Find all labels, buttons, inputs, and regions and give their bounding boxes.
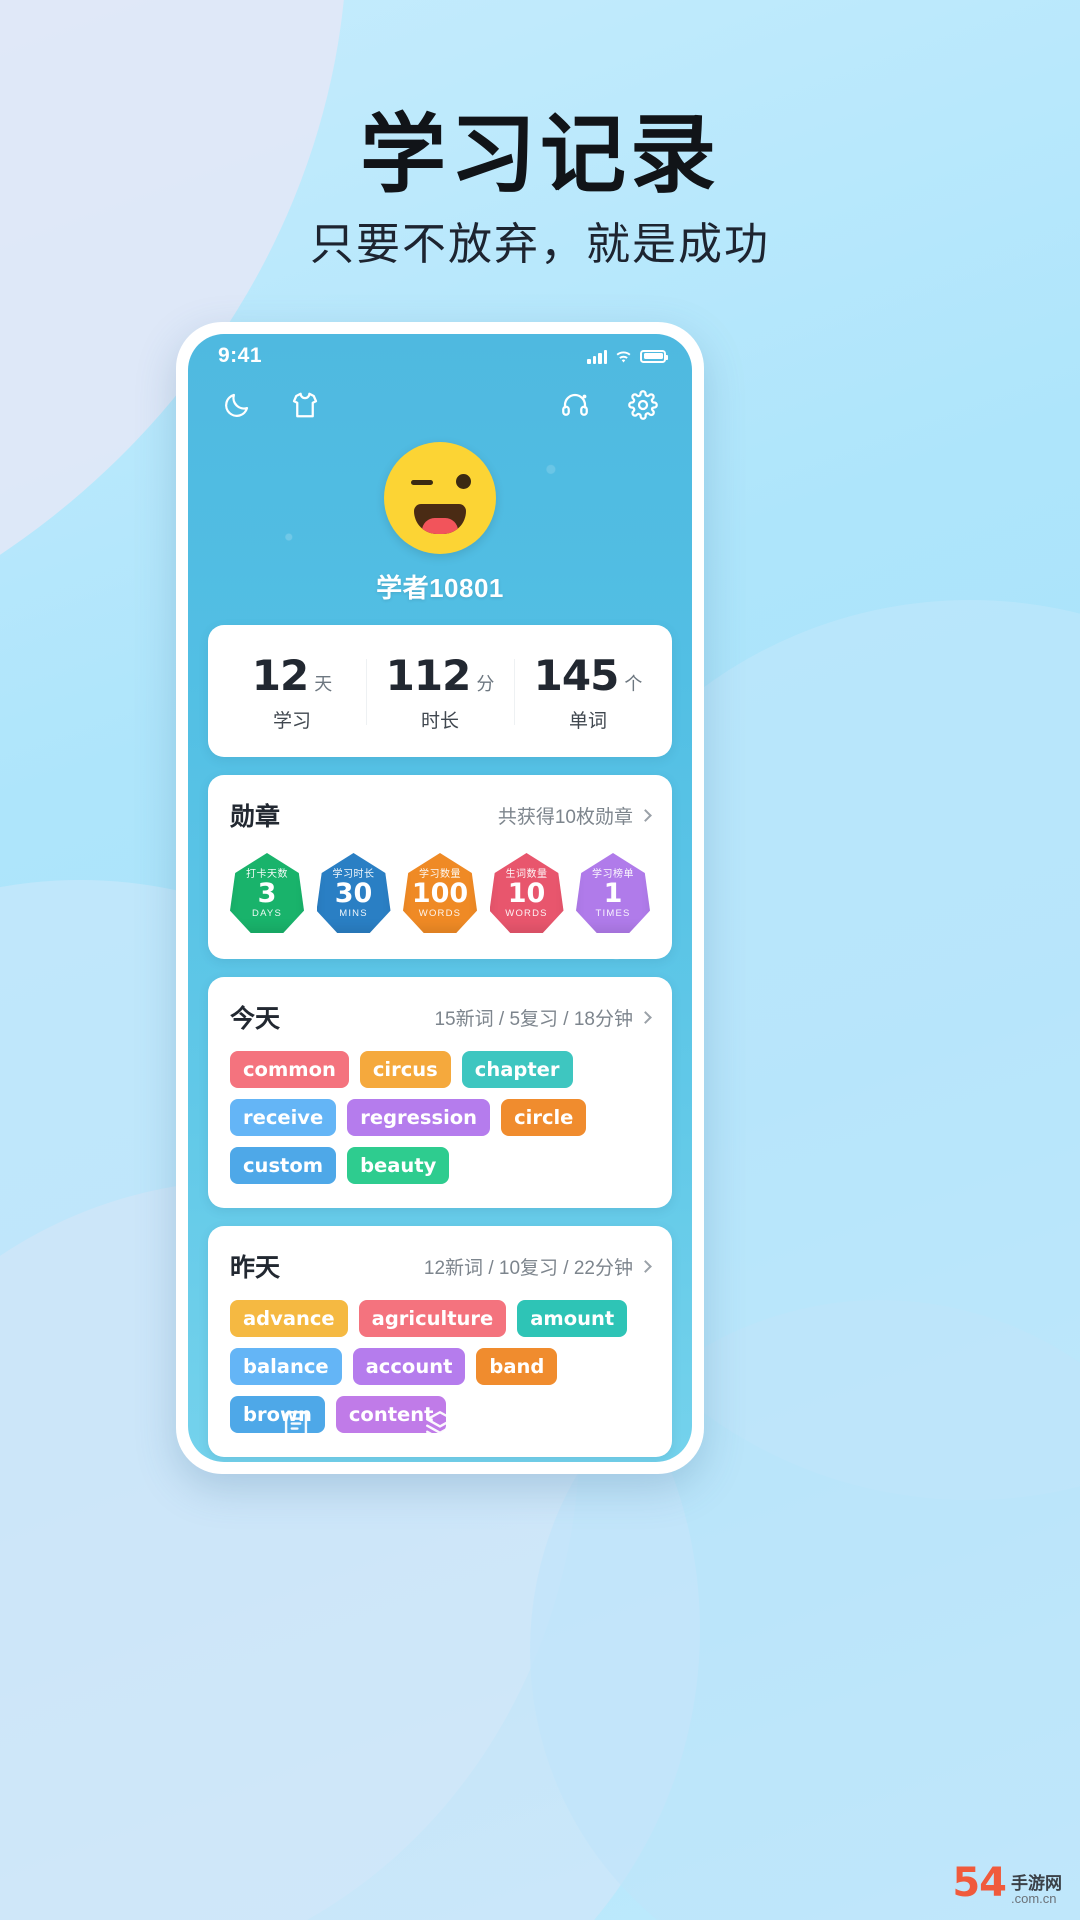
medal-badge[interactable]: 学习时长 30 MINS (316, 853, 391, 933)
notebook-icon[interactable] (279, 1408, 313, 1442)
today-summary-text: 15新词 / 5复习 / 18分钟 (434, 1008, 633, 1030)
medal-badge-row: 打卡天数 3 DAYS 学习时长 30 MINS 学习数量 100 WORDS … (208, 839, 672, 959)
yesterday-card-header[interactable]: 昨天 12新词 / 10复习 / 22分钟 (208, 1226, 672, 1290)
word-chip[interactable]: beauty (347, 1147, 450, 1184)
app-card-list: 12 天 学习 112 分 时长 145 个 单词 勋章 共获得10枚勋章 打卡… (188, 625, 692, 1457)
moon-icon[interactable] (222, 390, 252, 420)
word-chip[interactable]: common (230, 1051, 349, 1088)
stat-label: 单词 (568, 711, 607, 732)
app-bottom-nav (188, 1388, 692, 1462)
stat-value: 112 (385, 651, 472, 700)
word-chip[interactable]: circle (501, 1099, 587, 1136)
badge-number: 1 (603, 877, 623, 909)
stat-item-duration[interactable]: 112 分 时长 (366, 651, 514, 733)
person-icon[interactable] (567, 1408, 601, 1442)
word-chip[interactable]: custom (230, 1147, 337, 1184)
avatar-right-eye (456, 474, 471, 489)
chevron-right-icon (639, 1010, 652, 1024)
today-card-header[interactable]: 今天 15新词 / 5复习 / 18分钟 (208, 977, 672, 1041)
watermark-logo: 54 (952, 1860, 1007, 1906)
top-nav-left-group (222, 390, 320, 420)
stats-row: 12 天 学习 112 分 时长 145 个 单词 (208, 625, 672, 757)
badge-number: 3 (257, 877, 277, 909)
today-card-title: 今天 (230, 1005, 281, 1033)
today-card: 今天 15新词 / 5复习 / 18分钟 common circus chapter… (208, 977, 672, 1208)
avatar-left-eye (411, 480, 433, 485)
today-card-meta[interactable]: 15新词 / 5复习 / 18分钟 (434, 1004, 652, 1031)
poster-subheadline: 只要不放弃，就是成功 (310, 219, 770, 270)
status-bar-indicators (587, 347, 668, 366)
username: 学者10801 (376, 573, 504, 603)
badge-number: 30 (334, 877, 373, 909)
stat-item-words[interactable]: 145 个 单词 (514, 651, 662, 733)
app-screen: 9:41 学者10801 12 天 学习 112 分 时长 145 个 单词 勋… (188, 334, 692, 1462)
medal-badge[interactable]: 学习数量 100 WORDS (403, 853, 477, 933)
stat-unit: 分 (476, 674, 495, 694)
status-bar: 9:41 (188, 334, 692, 374)
word-chip[interactable]: regression (347, 1099, 491, 1136)
badge-unit: WORDS (505, 908, 548, 920)
watermark-line2: .com.cn (1011, 1891, 1057, 1907)
battery-icon (640, 349, 668, 363)
word-chip[interactable]: account (352, 1348, 466, 1385)
word-chip[interactable]: advance (230, 1300, 348, 1337)
medal-card: 勋章 共获得10枚勋章 打卡天数 3 DAYS 学习时长 30 MINS 学习数… (208, 775, 672, 959)
stat-unit: 天 (314, 674, 333, 694)
word-chip[interactable]: chapter (461, 1051, 573, 1088)
app-top-nav (188, 374, 692, 420)
watermark: 54 手游网 .com.cn (952, 1860, 1062, 1906)
stat-label: 学习 (272, 711, 311, 732)
medal-badge[interactable]: 学习榜单 1 TIMES (576, 853, 650, 933)
badge-number: 10 (507, 877, 546, 909)
layers-icon[interactable] (423, 1408, 457, 1442)
watermark-text: 手游网 .com.cn (1011, 1873, 1062, 1907)
stat-value: 145 (533, 651, 620, 700)
medal-badge[interactable]: 生词数量 10 WORDS (489, 853, 564, 933)
medal-card-header[interactable]: 勋章 共获得10枚勋章 (208, 775, 672, 839)
medal-count-text: 共获得10枚勋章 (497, 806, 633, 828)
word-chip[interactable]: receive (230, 1099, 337, 1136)
wifi-icon (614, 347, 633, 366)
status-bar-time: 9:41 (218, 344, 263, 367)
word-chip[interactable]: amount (517, 1300, 628, 1337)
watermark-line1: 手游网 (1011, 1873, 1062, 1893)
shirt-icon[interactable] (290, 390, 320, 420)
badge-unit: MINS (339, 908, 368, 920)
headset-icon[interactable] (560, 390, 590, 420)
medal-card-title: 勋章 (230, 803, 281, 831)
avatar-tongue (422, 518, 458, 534)
gear-icon[interactable] (628, 390, 658, 420)
stat-value: 12 (251, 651, 309, 700)
badge-unit: WORDS (418, 908, 462, 920)
yesterday-card-title: 昨天 (230, 1254, 281, 1282)
poster-headline: 学习记录 (360, 105, 720, 205)
medal-card-meta[interactable]: 共获得10枚勋章 (497, 802, 652, 829)
yesterday-card-meta[interactable]: 12新词 / 10复习 / 22分钟 (423, 1253, 652, 1280)
top-nav-right-group (560, 390, 658, 420)
word-chip[interactable]: agriculture (358, 1300, 507, 1337)
yesterday-summary-text: 12新词 / 10复习 / 22分钟 (423, 1257, 633, 1279)
stats-card: 12 天 学习 112 分 时长 145 个 单词 (208, 625, 672, 757)
stat-label: 时长 (420, 711, 459, 732)
today-word-chip-list: common circus chapter receive regression circ… (208, 1041, 672, 1208)
badge-unit: DAYS (252, 908, 282, 920)
stat-unit: 个 (624, 674, 643, 694)
avatar[interactable] (384, 442, 496, 554)
profile-header: 学者10801 (188, 442, 692, 605)
word-chip[interactable]: band (476, 1348, 558, 1385)
cellular-signal-icon (587, 349, 607, 364)
word-chip[interactable]: balance (230, 1348, 342, 1385)
badge-number: 100 (411, 877, 469, 909)
avatar-mouth (414, 504, 466, 534)
stat-item-study-days[interactable]: 12 天 学习 (218, 651, 366, 733)
chevron-right-icon (639, 808, 652, 822)
word-chip[interactable]: circus (359, 1051, 451, 1088)
chevron-right-icon (639, 1259, 652, 1273)
phone-mockup: 9:41 学者10801 12 天 学习 112 分 时长 145 个 单词 勋… (176, 322, 704, 1474)
badge-unit: TIMES (595, 908, 631, 920)
medal-badge[interactable]: 打卡天数 3 DAYS (230, 853, 304, 933)
